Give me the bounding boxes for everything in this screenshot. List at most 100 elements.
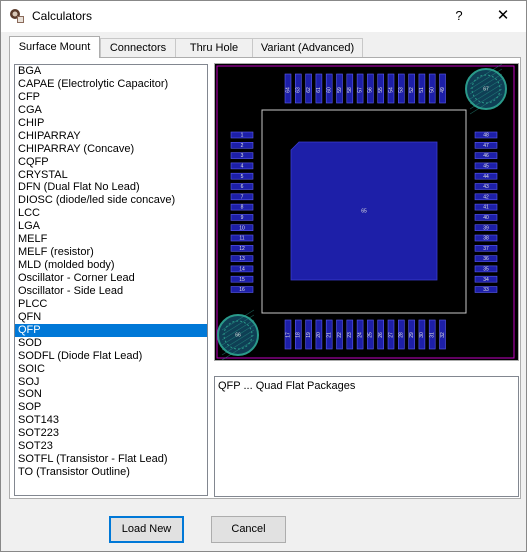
right-pad-label: 38: [483, 236, 489, 242]
top-pad-label: 61: [316, 87, 322, 93]
tab-connectors[interactable]: Connectors: [100, 38, 176, 57]
right-pad-label: 37: [483, 246, 489, 252]
right-pad-label: 35: [483, 267, 489, 273]
list-item[interactable]: DFN (Dual Flat No Lead): [15, 181, 207, 194]
list-item[interactable]: DIOSC (diode/led side concave): [15, 194, 207, 207]
list-item[interactable]: CHIPARRAY: [15, 130, 207, 143]
list-item[interactable]: SOT223: [15, 427, 207, 440]
top-pad-label: 52: [409, 87, 415, 93]
top-pad-label: 51: [419, 87, 425, 93]
list-item[interactable]: SOT143: [15, 414, 207, 427]
left-pad-label: 6: [241, 184, 244, 190]
list-item[interactable]: CAPAE (Electrolytic Capacitor): [15, 78, 207, 91]
bottom-pad-label: 21: [327, 332, 333, 338]
help-button[interactable]: ?: [447, 5, 471, 27]
list-item[interactable]: CHIP: [15, 117, 207, 130]
bottom-pad-label: 19: [306, 332, 312, 338]
close-button[interactable]: ✕: [488, 5, 518, 27]
bottom-pad-label: 30: [419, 332, 425, 338]
bottom-pad-label: 31: [430, 332, 436, 338]
list-item[interactable]: Oscillator - Side Lead: [15, 285, 207, 298]
left-pad-label: 5: [241, 174, 244, 180]
tab-variant-advanced[interactable]: Variant (Advanced): [252, 38, 363, 57]
cancel-button[interactable]: Cancel: [211, 516, 286, 543]
left-pad-label: 9: [241, 215, 244, 221]
left-pad-label: 8: [241, 205, 244, 211]
list-item[interactable]: Oscillator - Corner Lead: [15, 272, 207, 285]
bottom-pad-label: 18: [296, 332, 302, 338]
right-pad-label: 48: [483, 133, 489, 139]
left-pad-label: 10: [239, 225, 245, 231]
right-pad-label: 34: [483, 277, 489, 283]
list-item[interactable]: BGA: [15, 65, 207, 78]
left-pad-label: 1: [241, 133, 244, 139]
bottom-pad-label: 23: [347, 332, 353, 338]
left-pad-label: 2: [241, 143, 244, 149]
list-item[interactable]: QFN: [15, 311, 207, 324]
top-pad-label: 55: [378, 87, 384, 93]
list-item[interactable]: PLCC: [15, 298, 207, 311]
bottom-pad-label: 27: [388, 332, 394, 338]
list-item[interactable]: SODFL (Diode Flat Lead): [15, 350, 207, 363]
window-title: Calculators: [32, 9, 93, 23]
bottom-pad-label: 24: [357, 332, 363, 338]
list-item[interactable]: CRYSTAL: [15, 169, 207, 182]
top-pad-label: 62: [306, 87, 312, 93]
title-bar[interactable]: Calculators ? ✕: [1, 1, 526, 32]
top-pad-label: 63: [296, 87, 302, 93]
tab-surface-mount[interactable]: Surface Mount: [9, 36, 100, 58]
left-pad-label: 3: [241, 153, 244, 159]
right-pad-label: 40: [483, 215, 489, 221]
right-pad-label: 42: [483, 194, 489, 200]
right-pad-label: 39: [483, 225, 489, 231]
list-item[interactable]: TO (Transistor Outline): [15, 466, 207, 479]
left-pad-label: 15: [239, 277, 245, 283]
left-pad-label: 14: [239, 267, 245, 273]
bottom-pad-label: 32: [440, 332, 446, 338]
list-item[interactable]: LCC: [15, 207, 207, 220]
right-pad-label: 47: [483, 143, 489, 149]
bottom-pad-label: 25: [368, 332, 374, 338]
left-pad-label: 4: [241, 164, 244, 170]
list-item[interactable]: CGA: [15, 104, 207, 117]
package-description: QFP ... Quad Flat Packages: [214, 376, 519, 497]
mounting-hole-top-right-label: 67: [483, 86, 489, 92]
top-pad-label: 57: [357, 87, 363, 93]
load-new-button[interactable]: Load New: [109, 516, 184, 543]
list-item[interactable]: SOT23: [15, 440, 207, 453]
tab-thru-hole[interactable]: Thru Hole: [175, 38, 253, 57]
list-item[interactable]: CQFP: [15, 156, 207, 169]
top-pad-label: 54: [388, 87, 394, 93]
list-item[interactable]: SOP: [15, 401, 207, 414]
list-item[interactable]: SOTFL (Transistor - Flat Lead): [15, 453, 207, 466]
list-item[interactable]: CHIPARRAY (Concave): [15, 143, 207, 156]
list-item[interactable]: MELF: [15, 233, 207, 246]
right-pad-label: 46: [483, 153, 489, 159]
right-pad-label: 33: [483, 287, 489, 293]
right-pad-label: 36: [483, 256, 489, 262]
left-pad-label: 16: [239, 287, 245, 293]
top-pad-label: 60: [327, 87, 333, 93]
bottom-pad-label: 26: [378, 332, 384, 338]
right-pad-label: 41: [483, 205, 489, 211]
description-text: QFP ... Quad Flat Packages: [218, 380, 356, 392]
list-item[interactable]: CFP: [15, 91, 207, 104]
list-item[interactable]: MELF (resistor): [15, 246, 207, 259]
bottom-pad-label: 17: [285, 332, 291, 338]
qfp-footprint-drawing: 6564 63 62 61 60 59 58 57 56 55 54 53 52 51 50 4917 18 19…: [216, 64, 515, 360]
list-item[interactable]: SOJ: [15, 376, 207, 389]
package-type-listbox[interactable]: BGA CAPAE (Electrolytic Capacitor) CFP CGA C…: [14, 64, 208, 496]
top-pad-label: 59: [337, 87, 343, 93]
list-item[interactable]: SOD: [15, 337, 207, 350]
top-pad-label: 49: [440, 87, 446, 93]
right-pad-label: 44: [483, 174, 489, 180]
left-pad-label: 12: [239, 246, 245, 252]
list-item[interactable]: LGA: [15, 220, 207, 233]
left-pad-label: 11: [239, 236, 244, 242]
list-item[interactable]: SOIC: [15, 363, 207, 376]
footprint-preview: 65 64 63 62 61 60 59 58 57 56 55 54 53 52 51 50 49 17 18 19…: [214, 63, 519, 361]
list-item[interactable]: SON: [15, 388, 207, 401]
list-item[interactable]: MLD (molded body): [15, 259, 207, 272]
list-item[interactable]: QFP: [15, 323, 207, 337]
calculators-window: Calculators ? ✕ Surface Mount Connectors…: [0, 0, 527, 552]
